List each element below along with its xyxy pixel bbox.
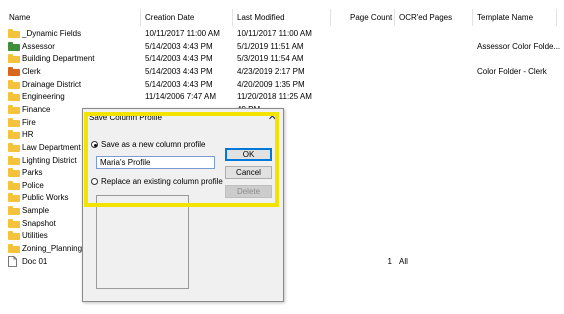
folder-body (8, 81, 20, 89)
list-item[interactable]: Engineering 11/14/2006 7:47 AM 11/20/2018 … (0, 91, 564, 104)
folder-icon (8, 54, 20, 64)
file-name: Lighting District (22, 155, 77, 165)
folder-body (8, 208, 20, 216)
folder-body (8, 233, 20, 241)
column-divider[interactable] (330, 9, 331, 26)
folder-icon (8, 130, 20, 140)
folder-icon (8, 180, 20, 190)
folder-icon (8, 29, 20, 38)
highlight-box (84, 112, 279, 207)
file-name: _Dynamic Fields (22, 29, 82, 38)
list-item[interactable]: Assessor 5/14/2003 4:43 PM 5/1/2019 11:51 … (0, 41, 564, 54)
file-name: Building Department (22, 54, 95, 64)
page-count: 1 (387, 256, 392, 266)
list-item[interactable]: Clerk 5/14/2003 4:43 PM 4/23/2019 2:17 PM C… (0, 66, 564, 79)
file-name: Public Works (22, 193, 69, 203)
file-name: Engineering (22, 92, 65, 102)
creation-date: 11/14/2006 7:47 AM (145, 92, 217, 102)
folder-icon (8, 104, 20, 114)
file-name: HR (22, 130, 34, 140)
column-divider[interactable] (232, 9, 233, 26)
folder-body (8, 246, 20, 254)
creation-date: 5/14/2003 4:43 PM (145, 54, 213, 64)
folder-icon (8, 117, 20, 127)
column-header-template-name[interactable]: Template Name (477, 13, 533, 22)
folder-icon (8, 193, 20, 203)
creation-date: 5/14/2003 4:43 PM (145, 79, 213, 89)
folder-icon (8, 142, 20, 152)
document-icon (8, 255, 17, 267)
file-name: Clerk (22, 66, 41, 76)
folder-icon (8, 66, 20, 76)
file-name: Assessor (22, 41, 55, 51)
column-header-last-modified[interactable]: Last Modified (237, 13, 285, 22)
last-modified: 5/1/2019 11:51 AM (237, 41, 304, 51)
folder-icon (8, 79, 20, 89)
column-divider[interactable] (556, 9, 557, 26)
folder-icon (8, 244, 20, 254)
file-name: Finance (22, 104, 51, 114)
last-modified: 4/23/2019 2:17 PM (237, 66, 305, 76)
folder-icon (8, 41, 20, 51)
file-name: Sample (22, 206, 50, 216)
list-item[interactable]: _Dynamic Fields 10/11/2017 11:00 AM 10/11/… (0, 28, 564, 41)
last-modified: 4/20/2009 1:35 PM (237, 79, 305, 89)
last-modified: 5/3/2019 11:54 AM (237, 54, 304, 64)
folder-body (8, 220, 20, 228)
folder-icon (8, 155, 20, 165)
folder-body (8, 157, 20, 165)
column-header-name[interactable]: Name (9, 13, 30, 22)
column-header: Name Creation Date Last Modified Page Co… (0, 0, 564, 26)
file-name: Drainage District (22, 79, 82, 89)
folder-body (8, 31, 20, 38)
last-modified: 10/11/2017 11:00 AM (237, 29, 312, 38)
file-name: Utilities (22, 231, 48, 241)
folder-icon (8, 168, 20, 178)
folder-icon (8, 92, 20, 102)
file-name: Snapshot (22, 218, 56, 228)
creation-date: 10/11/2017 11:00 AM (145, 29, 220, 38)
folder-body (8, 106, 20, 114)
folder-body (8, 182, 20, 190)
file-name: Law Department (22, 142, 81, 152)
column-divider[interactable] (472, 9, 473, 26)
folder-body (8, 119, 20, 127)
template-name: Assessor Color Folde... (477, 41, 561, 51)
file-name: Fire (22, 117, 36, 127)
folder-body (8, 94, 20, 102)
file-name: Zoning_Planning (22, 244, 83, 254)
list-item[interactable]: Building Department 5/14/2003 4:43 PM 5/3/… (0, 53, 564, 66)
column-divider[interactable] (140, 9, 141, 26)
column-header-ocred-pages[interactable]: OCR'ed Pages (399, 13, 452, 22)
folder-body (8, 132, 20, 140)
folder-body (8, 56, 20, 64)
column-divider[interactable] (394, 9, 395, 26)
column-header-page-count[interactable]: Page Count (350, 13, 392, 22)
list-item[interactable]: Drainage District 5/14/2003 4:43 PM 4/20/2… (0, 79, 564, 92)
folder-body (8, 68, 20, 76)
folder-icon (8, 206, 20, 216)
last-modified: 11/20/2018 11:25 AM (237, 92, 312, 102)
file-name: Police (22, 180, 44, 190)
file-name: Parks (22, 168, 43, 178)
creation-date: 5/14/2003 4:43 PM (145, 41, 213, 51)
folder-body (8, 195, 20, 203)
folder-icon (8, 231, 20, 241)
ocred-pages: All (399, 256, 408, 266)
template-name: Color Folder - Clerk (477, 66, 547, 76)
folder-icon (8, 218, 20, 228)
folder-body (8, 170, 20, 178)
folder-body (8, 144, 20, 152)
folder-body (8, 43, 20, 51)
existing-profiles-list[interactable] (96, 195, 189, 289)
column-header-creation-date[interactable]: Creation Date (145, 13, 194, 22)
file-name: Doc 01 (22, 256, 48, 266)
creation-date: 5/14/2003 4:43 PM (145, 66, 213, 76)
